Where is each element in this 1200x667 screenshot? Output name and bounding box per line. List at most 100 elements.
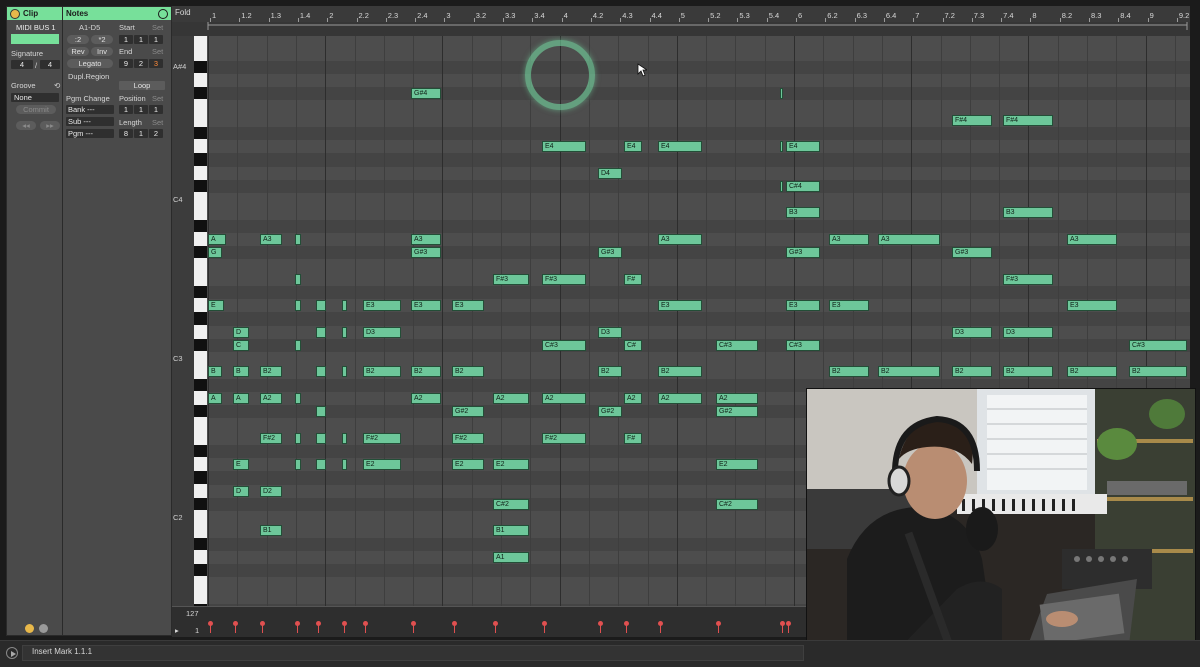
clip-header[interactable]: Clip [7,7,63,20]
midi-note[interactable]: E4 [624,141,642,152]
length-bar[interactable]: 8 [119,129,133,138]
midi-note[interactable] [295,392,301,404]
signature-denominator[interactable]: 4 [40,60,60,69]
midi-note[interactable]: F#2 [260,432,282,444]
velocity-handle[interactable] [542,621,547,626]
midi-note[interactable] [295,300,301,311]
midi-note[interactable]: B [208,366,222,378]
bank-field[interactable]: Bank --- [66,105,114,114]
midi-note[interactable]: B2 [1003,366,1053,378]
midi-note[interactable] [295,233,301,245]
midi-note[interactable]: E4 [542,141,586,152]
midi-note[interactable]: G#3 [598,247,622,258]
midi-note[interactable]: E2 [716,459,758,470]
black-key[interactable] [194,179,207,192]
length-beat[interactable]: 1 [134,129,148,138]
midi-note[interactable]: E [208,300,224,311]
midi-note[interactable]: A2 [260,392,282,404]
midi-note[interactable]: A [208,233,226,245]
black-key[interactable] [194,153,207,166]
midi-note[interactable]: C#3 [542,339,586,351]
pgm-field[interactable]: Pgm --- [66,129,114,138]
black-key[interactable] [194,246,207,259]
clip-color-swatch[interactable] [11,34,59,44]
midi-note[interactable]: G#2 [716,406,758,417]
length-sixteenth[interactable]: 2 [149,129,163,138]
velocity-handle[interactable] [658,621,663,626]
velocity-handle[interactable] [452,621,457,626]
midi-note[interactable] [295,273,301,285]
midi-note[interactable]: A2 [542,392,586,404]
launch-icon[interactable] [25,624,34,633]
midi-note[interactable]: E3 [363,300,401,311]
midi-note[interactable] [316,326,326,338]
midi-note[interactable]: G#3 [786,247,820,258]
end-set-button[interactable]: Set [152,47,163,56]
end-bar[interactable]: 9 [119,59,133,68]
midi-note[interactable] [316,366,326,378]
piano-keyboard[interactable] [194,36,207,606]
black-key[interactable] [194,471,207,484]
velocity-handle[interactable] [786,621,791,626]
velocity-expand-icon[interactable]: ▸ [175,626,179,635]
groove-hotswap-icon[interactable]: ⟲ [54,81,60,90]
clip-name[interactable]: MIDI BUS 1 [16,23,56,32]
midi-note[interactable]: C#4 [786,180,820,192]
velocity-handle[interactable] [598,621,603,626]
midi-note[interactable] [342,459,347,470]
midi-note[interactable]: B2 [1129,366,1187,378]
midi-note[interactable] [342,300,347,311]
midi-note[interactable]: A3 [658,233,702,245]
length-set-button[interactable]: Set [152,118,163,127]
black-key[interactable] [194,378,207,391]
midi-note[interactable] [295,459,301,470]
beat-ruler[interactable]: 1 1.2 1.3 1.4 2 2.2 2.3 2.4 3 3.2 3.3 3.4 4 4.2 4.3 4.4… [172,6,1190,23]
midi-note[interactable]: B2 [411,366,441,378]
midi-note[interactable]: G [208,247,222,258]
midi-note[interactable]: D3 [1003,326,1053,338]
midi-note[interactable]: B2 [363,366,401,378]
midi-note[interactable] [780,180,783,192]
midi-note[interactable]: B3 [786,207,820,219]
midi-note[interactable]: B2 [1067,366,1117,378]
midi-note[interactable]: F#4 [1003,114,1053,126]
black-key[interactable] [194,564,207,577]
midi-note[interactable]: E3 [452,300,484,311]
midi-note[interactable]: C# [624,339,642,351]
midi-note[interactable]: D3 [598,326,622,338]
midi-note[interactable]: D2 [260,485,282,497]
midi-note[interactable] [342,326,347,338]
velocity-handle[interactable] [316,621,321,626]
loop-brace-strip[interactable] [172,22,1190,36]
end-sixteenth[interactable]: 3 [149,59,163,68]
midi-note[interactable]: D4 [598,167,622,179]
midi-note[interactable]: B2 [658,366,702,378]
midi-note[interactable]: A3 [878,233,940,245]
midi-note[interactable]: G#2 [452,406,484,417]
midi-note[interactable] [780,88,783,99]
midi-note[interactable]: A2 [716,392,758,404]
velocity-handle[interactable] [493,621,498,626]
midi-note[interactable]: D [233,326,249,338]
midi-note[interactable]: A2 [658,392,702,404]
black-key[interactable] [194,444,207,457]
midi-note[interactable] [316,432,326,444]
midi-note[interactable] [316,300,326,311]
end-beat[interactable]: 2 [134,59,148,68]
reverse-button[interactable]: Rev [67,47,89,56]
black-key[interactable] [194,87,207,100]
legato-button[interactable]: Legato [67,59,113,68]
midi-note[interactable]: A3 [411,233,441,245]
midi-note[interactable]: C#2 [493,498,529,510]
midi-note[interactable]: E3 [411,300,441,311]
commit-button[interactable]: Commit [16,105,56,114]
start-sixteenth[interactable]: 1 [149,35,163,44]
midi-note[interactable]: F#4 [952,114,992,126]
clip-toggle-icon[interactable] [10,8,20,19]
position-bar[interactable]: 1 [119,105,133,114]
midi-note[interactable]: F# [624,273,642,285]
midi-note[interactable] [342,432,347,444]
midi-note[interactable]: A2 [624,392,642,404]
midi-note[interactable]: E4 [786,141,820,152]
midi-note[interactable] [295,339,301,351]
